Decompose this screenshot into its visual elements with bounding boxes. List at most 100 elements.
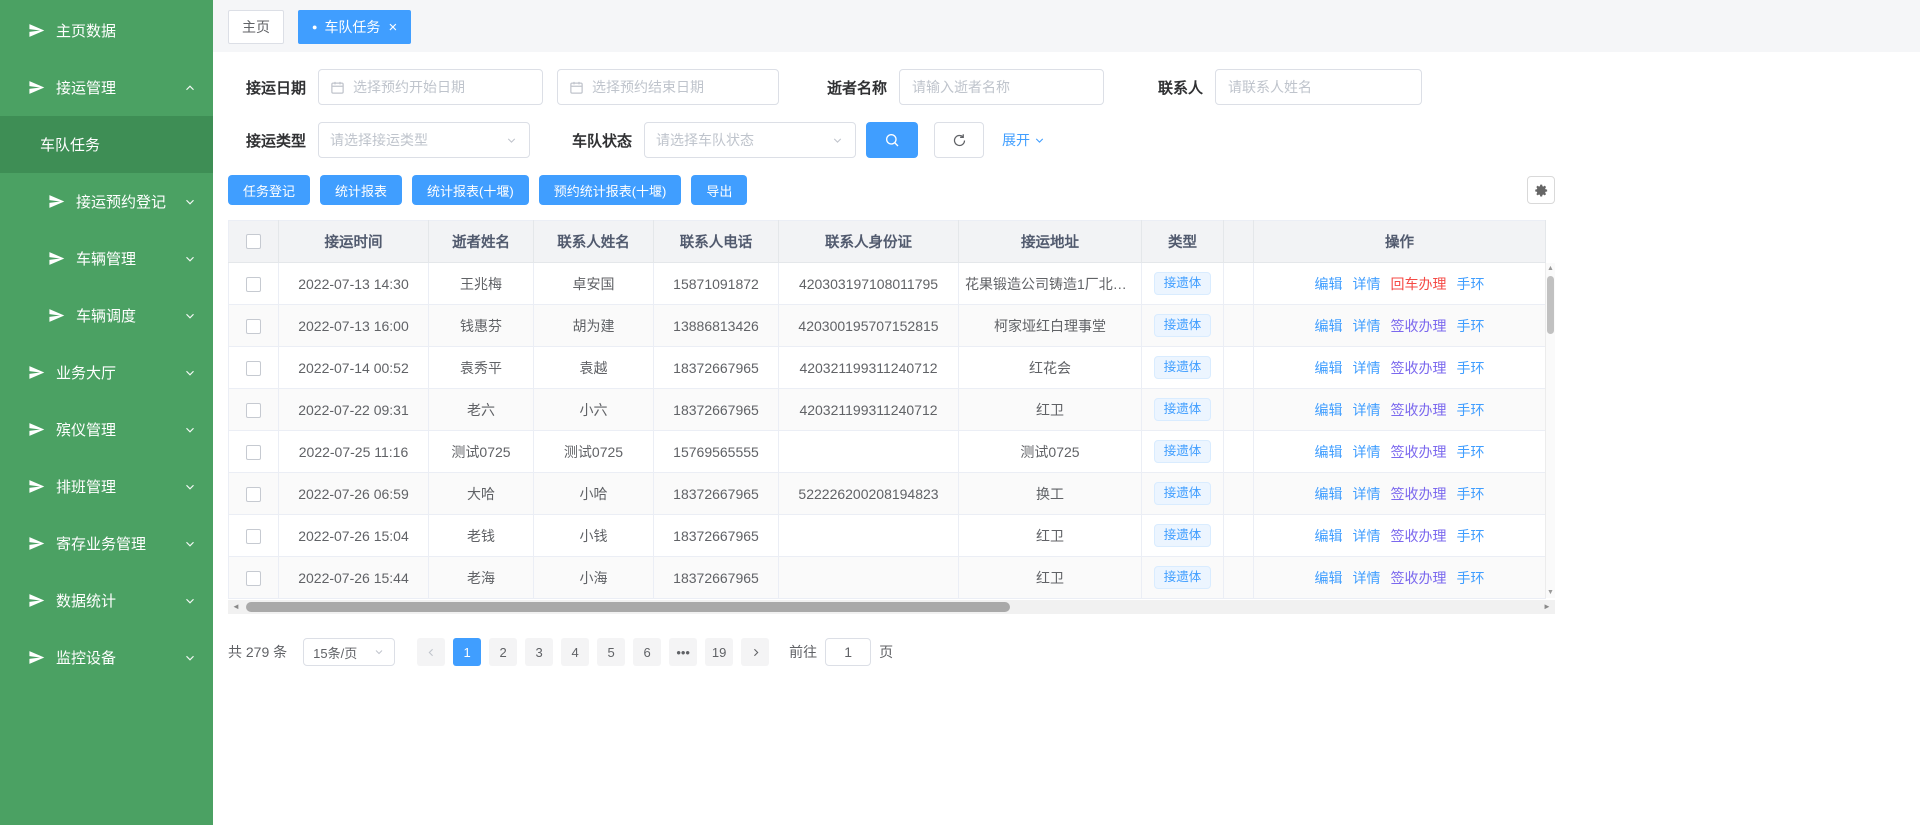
send-icon [28, 421, 45, 438]
action-wristband-link[interactable]: 手环 [1457, 360, 1485, 376]
action-edit-link[interactable]: 编辑 [1315, 528, 1343, 544]
action-edit-link[interactable]: 编辑 [1315, 402, 1343, 418]
chevron-down-icon [183, 594, 197, 608]
sidebar-item-funeral-management[interactable]: 殡仪管理 [0, 401, 213, 458]
action-wristband-link[interactable]: 手环 [1457, 318, 1485, 334]
expand-link[interactable]: 展开 [1002, 130, 1046, 150]
scroll-down-arrow-icon[interactable]: ▼ [1547, 587, 1554, 598]
action-sign-off-link[interactable]: 签收办理 [1391, 486, 1447, 502]
column-header-empty [1224, 221, 1254, 263]
select-all-checkbox[interactable] [246, 234, 261, 249]
action-wristband-link[interactable]: 手环 [1457, 402, 1485, 418]
vertical-scrollbar[interactable]: ▲ ▼ [1545, 263, 1555, 598]
action-detail-link[interactable]: 详情 [1353, 318, 1381, 334]
page-button-19[interactable]: 19 [705, 638, 733, 666]
action-wristband-link[interactable]: 手环 [1457, 486, 1485, 502]
deceased-name-input[interactable] [899, 69, 1104, 105]
action-wristband-link[interactable]: 手环 [1457, 276, 1485, 292]
sidebar-item-data-statistics[interactable]: 数据统计 [0, 572, 213, 629]
row-checkbox[interactable] [246, 361, 261, 376]
sidebar-item-reservation-registration[interactable]: 接运预约登记 [0, 173, 213, 230]
vertical-scrollbar-thumb[interactable] [1547, 276, 1554, 334]
date-end-input[interactable]: 选择预约结束日期 [557, 69, 779, 105]
tab-home[interactable]: 主页 [228, 10, 284, 44]
action-detail-link[interactable]: 详情 [1353, 570, 1381, 586]
page-button-4[interactable]: 4 [561, 638, 589, 666]
page-button-2[interactable]: 2 [489, 638, 517, 666]
row-checkbox[interactable] [246, 529, 261, 544]
sidebar-item-storage-management[interactable]: 寄存业务管理 [0, 515, 213, 572]
action-detail-link[interactable]: 详情 [1353, 486, 1381, 502]
scroll-up-arrow-icon[interactable]: ▲ [1547, 263, 1554, 274]
action-wristband-link[interactable]: 手环 [1457, 444, 1485, 460]
action-wristband-link[interactable]: 手环 [1457, 570, 1485, 586]
sidebar-item-monitoring-devices[interactable]: 监控设备 [0, 629, 213, 686]
action-edit-link[interactable]: 编辑 [1315, 276, 1343, 292]
action-edit-link[interactable]: 编辑 [1315, 360, 1343, 376]
action-edit-link[interactable]: 编辑 [1315, 570, 1343, 586]
refresh-button[interactable] [934, 122, 984, 158]
action-return-car-link[interactable]: 回车办理 [1391, 276, 1447, 292]
prev-page-button[interactable] [417, 638, 445, 666]
page-size-select[interactable]: 15条/页 [303, 638, 395, 666]
row-checkbox[interactable] [246, 277, 261, 292]
action-sign-off-link[interactable]: 签收办理 [1391, 360, 1447, 376]
action-edit-link[interactable]: 编辑 [1315, 444, 1343, 460]
table-cell: 13886813426 [654, 305, 779, 347]
page-ellipsis-button[interactable]: ••• [669, 638, 697, 666]
row-checkbox[interactable] [246, 403, 261, 418]
action-sign-off-link[interactable]: 签收办理 [1391, 444, 1447, 460]
goto-page-input[interactable] [825, 638, 871, 666]
horizontal-scrollbar-thumb[interactable] [246, 602, 1010, 612]
horizontal-scrollbar-track[interactable] [244, 600, 1539, 614]
action-detail-link[interactable]: 详情 [1353, 444, 1381, 460]
sidebar-item-vehicle-management[interactable]: 车辆管理 [0, 230, 213, 287]
action-sign-off-link[interactable]: 签收办理 [1391, 402, 1447, 418]
action-detail-link[interactable]: 详情 [1353, 402, 1381, 418]
scroll-right-arrow-icon[interactable]: ► [1539, 600, 1555, 614]
action-edit-link[interactable]: 编辑 [1315, 486, 1343, 502]
sidebar-item-vehicle-dispatch[interactable]: 车辆调度 [0, 287, 213, 344]
sidebar-item-home-data[interactable]: 主页数据 [0, 2, 213, 59]
action-sign-off-link[interactable]: 签收办理 [1391, 528, 1447, 544]
page-button-6[interactable]: 6 [633, 638, 661, 666]
table-cell: 红卫 [959, 557, 1142, 599]
row-checkbox[interactable] [246, 571, 261, 586]
transport-type-select[interactable]: 请选择接运类型 [318, 122, 530, 158]
row-checkbox[interactable] [246, 445, 261, 460]
action-sign-off-link[interactable]: 签收办理 [1391, 318, 1447, 334]
page-button-3[interactable]: 3 [525, 638, 553, 666]
toolbar-button-stats-report-shiyan[interactable]: 统计报表(十堰) [412, 175, 529, 205]
page-button-1[interactable]: 1 [453, 638, 481, 666]
sidebar-item-transport-management[interactable]: 接运管理 [0, 59, 213, 116]
toolbar-button-stats-report[interactable]: 统计报表 [320, 175, 402, 205]
action-detail-link[interactable]: 详情 [1353, 276, 1381, 292]
chevron-down-icon [183, 537, 197, 551]
search-button[interactable] [866, 122, 918, 158]
toolbar-button-task-register[interactable]: 任务登记 [228, 175, 310, 205]
page-button-5[interactable]: 5 [597, 638, 625, 666]
action-wristband-link[interactable]: 手环 [1457, 528, 1485, 544]
sidebar-item-business-hall[interactable]: 业务大厅 [0, 344, 213, 401]
column-settings-button[interactable] [1527, 176, 1555, 204]
sidebar-item-shift-management[interactable]: 排班管理 [0, 458, 213, 515]
date-start-input[interactable]: 选择预约开始日期 [318, 69, 543, 105]
tab-close-icon[interactable]: × [388, 20, 397, 35]
next-page-button[interactable] [741, 638, 769, 666]
tab-fleet-tasks[interactable]: ●车队任务× [298, 10, 411, 44]
sidebar-item-label: 车队任务 [40, 134, 100, 155]
toolbar-button-reservation-stats-report-shiyan[interactable]: 预约统计报表(十堰) [539, 175, 682, 205]
fleet-status-select[interactable]: 请选择车队状态 [644, 122, 856, 158]
deceased-name-label: 逝者名称 [825, 77, 887, 98]
scroll-left-arrow-icon[interactable]: ◄ [228, 600, 244, 614]
action-sign-off-link[interactable]: 签收办理 [1391, 570, 1447, 586]
sidebar-item-fleet-tasks[interactable]: 车队任务 [0, 116, 213, 173]
row-checkbox[interactable] [246, 487, 261, 502]
action-edit-link[interactable]: 编辑 [1315, 318, 1343, 334]
action-detail-link[interactable]: 详情 [1353, 528, 1381, 544]
toolbar-button-export[interactable]: 导出 [691, 175, 747, 205]
horizontal-scrollbar[interactable]: ◄ ► [228, 600, 1555, 614]
contact-input[interactable] [1215, 69, 1422, 105]
action-detail-link[interactable]: 详情 [1353, 360, 1381, 376]
row-checkbox[interactable] [246, 319, 261, 334]
